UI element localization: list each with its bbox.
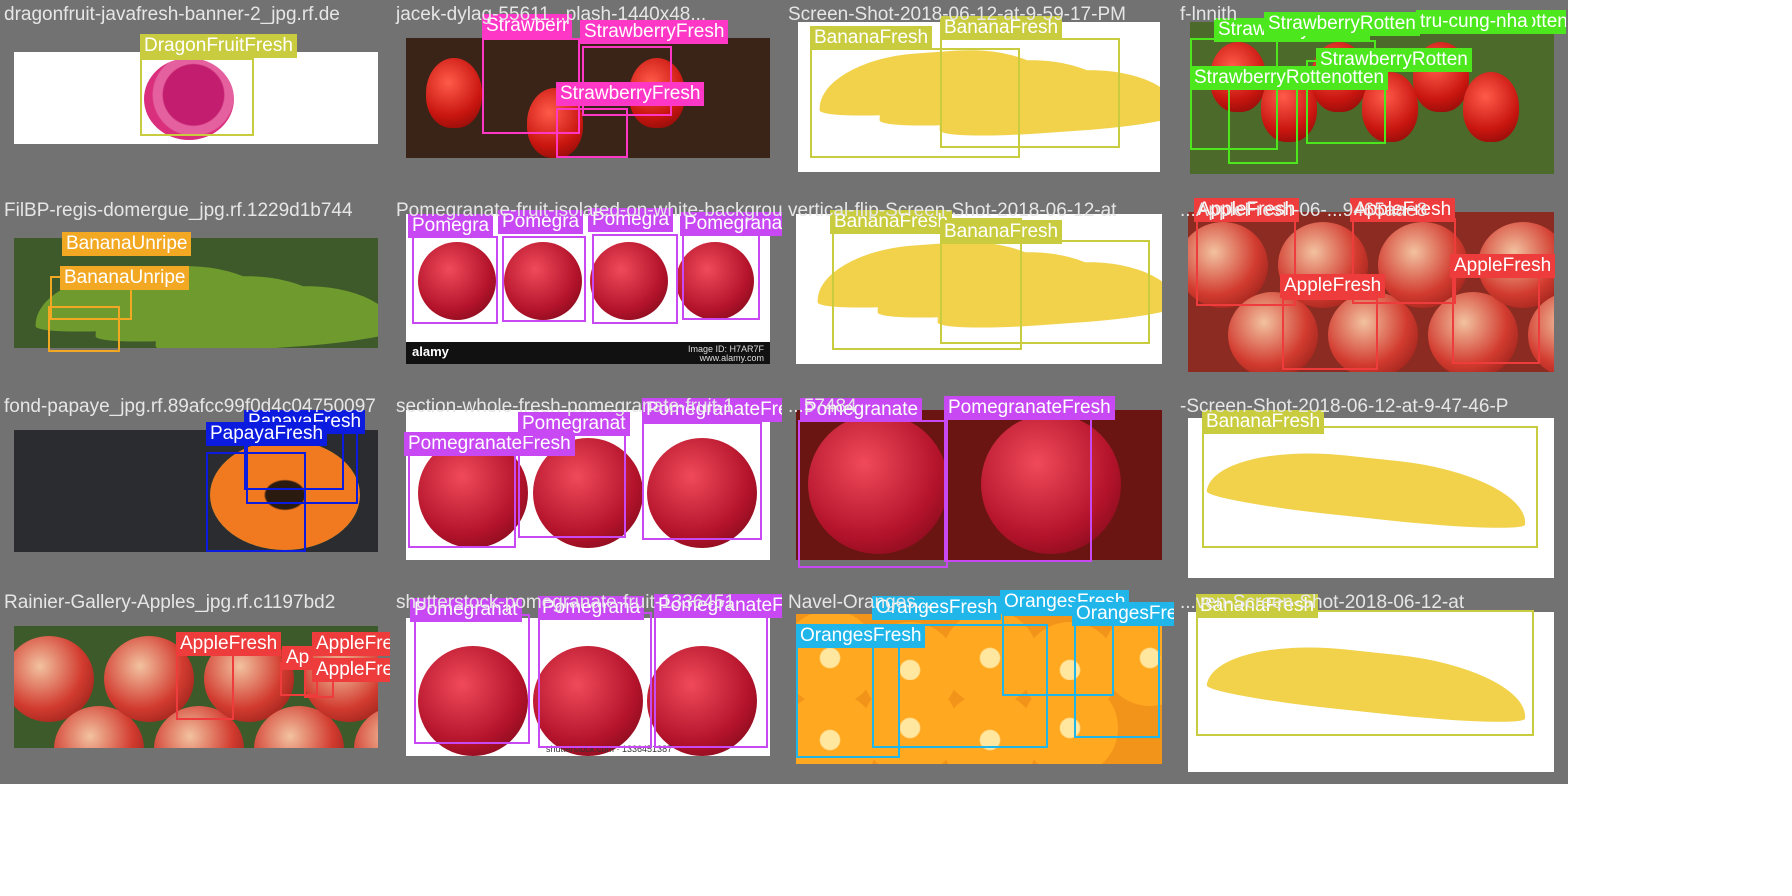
- image-tile: Rainier-Gallery-Apples_jpg.rf.c1197bd2 Ap…: [0, 588, 390, 782]
- image-tile: fond-papaye_jpg.rf.89afcc99f0d4c04750097…: [0, 392, 390, 586]
- image-tile: ...AppleFresh-06-...9465aae8 AppleFresh Ap…: [1176, 196, 1566, 390]
- image-tile: dragonfruit-javafresh-banner-2_jpg.rf.de…: [0, 0, 390, 194]
- image-tile: shutterstock.com · 1336451387 shutterstoc…: [392, 588, 782, 782]
- detection-box: [1282, 298, 1378, 370]
- detection-box: [538, 612, 652, 748]
- tile-filename: Navel-Oranges...: [788, 592, 932, 613]
- tile-filename: f-lnnith: [1180, 4, 1238, 25]
- detection-label: OrangesFresh: [796, 624, 926, 648]
- image-tile: FilBP-regis-domergue_jpg.rf.1229d1b744 Ba…: [0, 196, 390, 390]
- tile-filename: dragonfruit-javafresh-banner-2_jpg.rf.de: [4, 4, 340, 25]
- detection-label: Ap: [282, 646, 314, 670]
- stock-footer: alamy Image ID: H7AR7F www.alamy.com: [406, 342, 770, 364]
- detection-box: [556, 108, 628, 158]
- detection-label: PomegranateFresh: [944, 396, 1115, 420]
- image-tile: ...57484 Pomegranate PomegranateFresh: [784, 392, 1174, 586]
- detection-box: [140, 58, 254, 136]
- tile-filename: shutterstock-pomegranate-fruit-1336451: [396, 592, 736, 613]
- detection-mosaic: dragonfruit-javafresh-banner-2_jpg.rf.de…: [0, 0, 1568, 784]
- stock-url: www.alamy.com: [699, 353, 764, 363]
- detection-label: AppleFresh: [1280, 274, 1386, 298]
- detection-box: [642, 422, 762, 540]
- image-tile: Navel-Oranges... OrangesFresh OrangesFresh…: [784, 588, 1174, 782]
- detection-box: [1202, 426, 1538, 548]
- detection-box: [1074, 614, 1160, 738]
- detection-label: StrawberryRottenotten: [1190, 66, 1389, 90]
- detection-label: AppleFresh: [312, 658, 390, 682]
- detection-label: BananaFresh: [940, 220, 1063, 244]
- tile-filename: Pomegranate-fruit-isolated-on-white-back…: [396, 200, 782, 221]
- tile-filename: Rainier-Gallery-Apples_jpg.rf.c1197bd2: [4, 592, 336, 613]
- detection-label: tru-cung-nha: [1416, 10, 1532, 34]
- detection-box: [48, 306, 120, 352]
- detection-box: [940, 38, 1120, 148]
- image-tile: alamy Image ID: H7AR7F www.alamy.com Pomegr…: [392, 196, 782, 390]
- detection-box: [412, 236, 498, 324]
- detection-label: StrawberryFresh: [556, 82, 705, 106]
- image-tile: -Screen-Shot-2018-06-12-at-9-47-46-P Bana…: [1176, 392, 1566, 586]
- strawberry-shape: [1463, 72, 1520, 142]
- detection-box: [798, 420, 948, 568]
- detection-box: [940, 240, 1150, 344]
- image-tile: jacek-dylag-55611...plash-1440x48... Stra…: [392, 0, 782, 194]
- detection-box: [944, 416, 1092, 562]
- tile-filename: Screen-Shot-2018-06-12-at-9-59-17-PM: [788, 4, 1126, 25]
- detection-label: AppleFresh: [1450, 254, 1556, 278]
- tile-filename: ...AppleFresh-06-...9465aae8: [1180, 200, 1428, 221]
- stock-logo: alamy: [412, 344, 449, 359]
- tile-filename: -Screen-Shot-2018-06-12-at-9-47-46-P: [1180, 396, 1509, 417]
- detection-box: [682, 234, 760, 320]
- detection-label: BananaUnripe: [60, 266, 190, 290]
- detection-box: [502, 236, 586, 322]
- tile-filename: jacek-dylag-55611...plash-1440x48...: [396, 4, 707, 25]
- strawberry-shape: [426, 58, 482, 128]
- image-tile: f-lnnith StrawberryRotten StrawberryRotten…: [1176, 0, 1566, 194]
- detection-box: [1196, 610, 1534, 736]
- detection-box: [592, 234, 678, 324]
- detection-label: AppleFresh: [312, 632, 390, 656]
- detection-box: [654, 610, 768, 748]
- detection-box: [176, 648, 234, 720]
- tile-filename: FilBP-regis-domergue_jpg.rf.1229d1b744: [4, 200, 353, 221]
- detection-label: DragonFruitFresh: [140, 34, 297, 58]
- image-tile: vertical-flip-Screen-Shot-2018-06-12-at B…: [784, 196, 1174, 390]
- image-tile: ...ven-Screen-Shot-2018-06-12-at BananaFr…: [1176, 588, 1566, 782]
- tile-filename: ...ven-Screen-Shot-2018-06-12-at: [1180, 592, 1465, 613]
- tile-filename: vertical-flip-Screen-Shot-2018-06-12-at: [788, 200, 1117, 221]
- tile-filename: fond-papaye_jpg.rf.89afcc99f0d4c04750097: [4, 396, 376, 417]
- tile-filename: section-whole-fresh-pomegranate-fruit-1: [396, 396, 734, 417]
- image-tile: Screen-Shot-2018-06-12-at-9-59-17-PM Bana…: [784, 0, 1174, 194]
- detection-label: StrawberryRotten: [1264, 12, 1420, 36]
- image-tile: section-whole-fresh-pomegranate-fruit-1 P…: [392, 392, 782, 586]
- detection-label: PapayaFresh: [206, 422, 328, 446]
- detection-label: OrangesFresh: [1072, 602, 1174, 626]
- tile-filename: ...57484: [788, 396, 857, 417]
- detection-label: BananaUnripe: [62, 232, 192, 256]
- detection-label: BananaFresh: [810, 26, 933, 50]
- detection-box: [414, 614, 530, 744]
- detection-label: AppleFresh: [176, 632, 282, 656]
